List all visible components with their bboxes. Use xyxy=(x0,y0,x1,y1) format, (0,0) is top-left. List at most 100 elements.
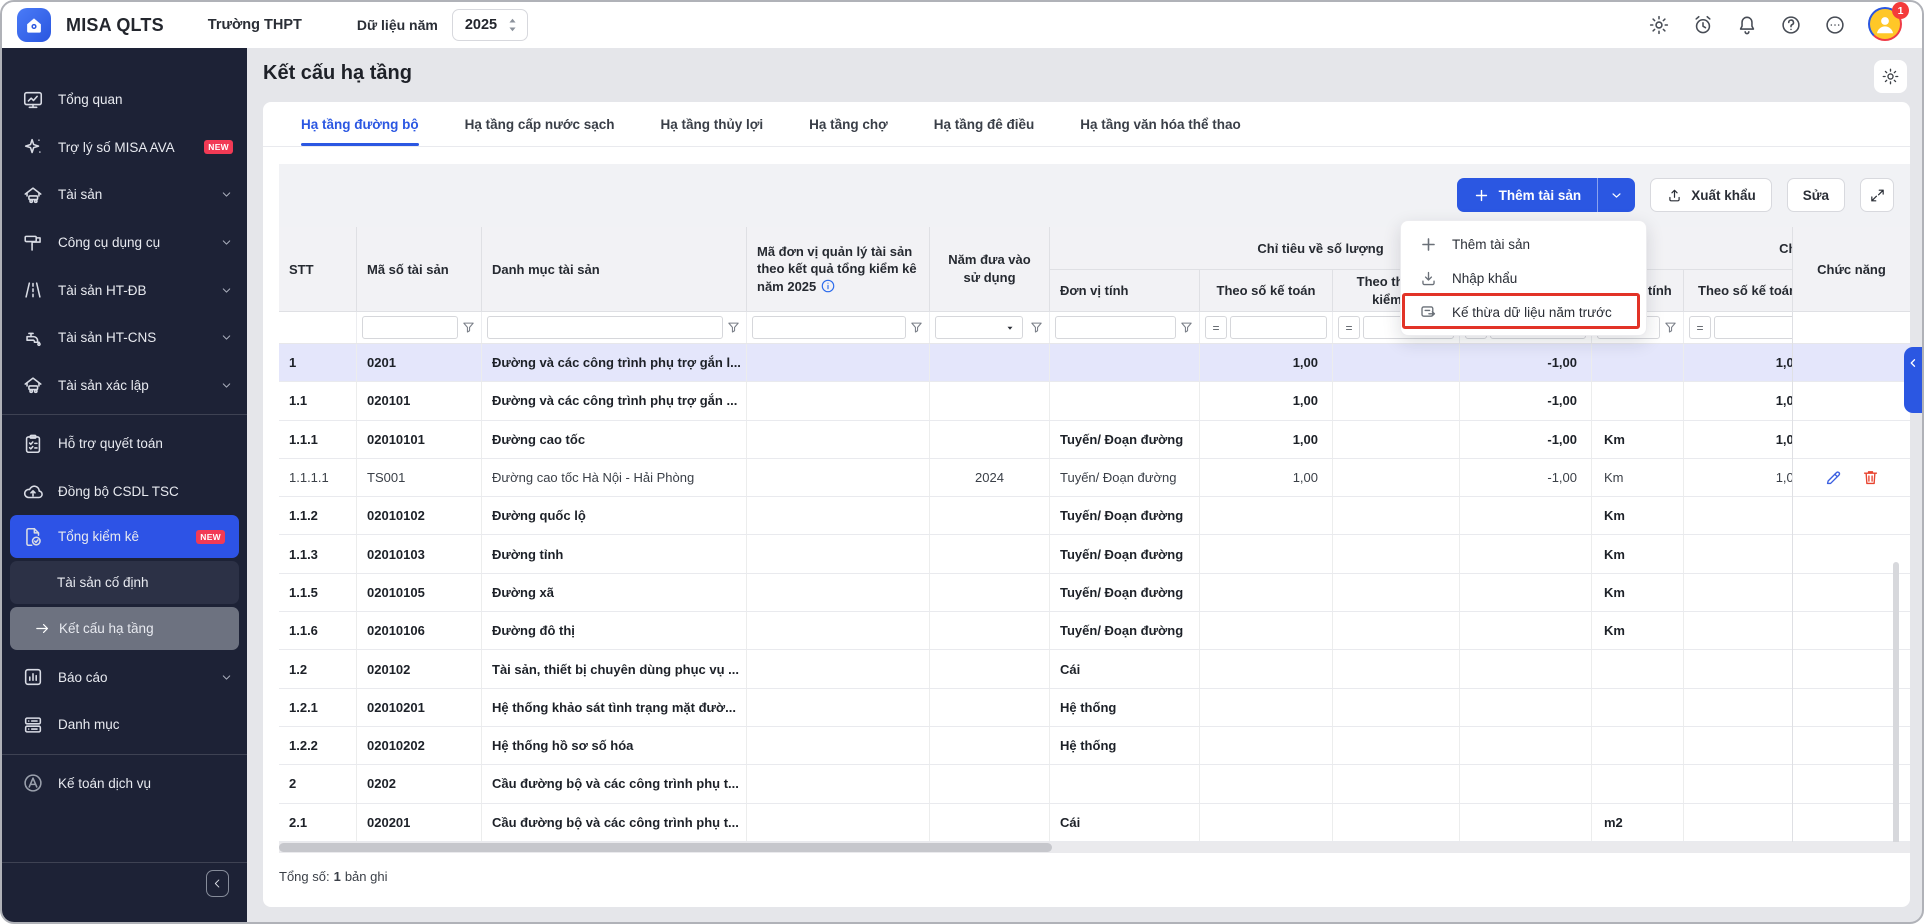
table-row[interactable]: 1.2 020102 Tài sản, thiết bị chuyên dùng… xyxy=(279,650,1910,688)
col-header-unit[interactable]: Đơn vị tính xyxy=(1050,270,1200,312)
tab[interactable]: Hạ tầng đường bộ xyxy=(301,102,419,146)
col-header-year-used[interactable]: Năm đưa vào sử dụng xyxy=(930,227,1050,312)
help-icon[interactable] xyxy=(1780,14,1802,36)
col-header-category[interactable]: Danh mục tài sản xyxy=(482,227,747,312)
filter-funnel-icon[interactable] xyxy=(1179,320,1194,335)
sparkle-icon xyxy=(22,136,44,158)
sidebar-item-tai-san-ht-db[interactable]: Tài sản HT-ĐB xyxy=(2,266,247,314)
settings-icon[interactable] xyxy=(1648,14,1670,36)
sidebar-item-ke-toan-dich-vu[interactable]: Kế toán dịch vụ xyxy=(2,760,247,808)
sidebar-item-tai-san-ht-cns[interactable]: Tài sản HT-CNS xyxy=(2,314,247,362)
filter-funnel-icon[interactable] xyxy=(1029,320,1044,335)
edit-row-icon[interactable] xyxy=(1824,468,1843,487)
user-avatar[interactable]: 1 xyxy=(1868,7,1904,43)
caret-down-icon[interactable] xyxy=(1004,322,1016,334)
filter-year-used xyxy=(930,312,1050,343)
sidebar-item-tong-kiem-ke[interactable]: Tổng kiểm kê NEW xyxy=(10,515,239,558)
add-asset-dropdown-button[interactable] xyxy=(1597,178,1635,212)
horizontal-scrollbar-thumb[interactable] xyxy=(279,843,1052,852)
sidebar-item-dong-bo-csdl-tsc[interactable]: Đồng bộ CSDL TSC xyxy=(2,468,247,516)
asset-table: STT Mã số tài sản Danh mục tài sản Mã đơ… xyxy=(279,227,1910,842)
table-row[interactable]: 1 0201 Đường và các công trình phụ trợ g… xyxy=(279,344,1910,382)
inherit-data-icon xyxy=(1419,303,1438,322)
filter-code-input[interactable] xyxy=(362,316,458,339)
sidebar-item-cong-cu-dung-cu[interactable]: Công cụ dụng cụ xyxy=(2,219,247,267)
tab[interactable]: Hạ tầng đê điều xyxy=(934,102,1035,146)
toolbar: Thêm tài sản Xuất khẩu Sửa xyxy=(1457,178,1894,212)
organization-name[interactable]: Trường THPT xyxy=(208,17,302,33)
filter-funnel-icon[interactable] xyxy=(461,320,476,335)
filter-operator[interactable]: = xyxy=(1205,316,1227,339)
menu-item-nhap-khau[interactable]: Nhập khẩu xyxy=(1401,261,1646,295)
horizontal-scrollbar[interactable] xyxy=(279,842,1910,853)
table-row[interactable]: 1.1.5 02010105 Đường xã Tuyến/ Đoạn đườn… xyxy=(279,574,1910,612)
actions-cell xyxy=(1793,497,1910,535)
table-row[interactable]: 1.1.1.1 TS001 Đường cao tốc Hà Nội - Hải… xyxy=(279,459,1910,497)
reminder-clock-icon[interactable] xyxy=(1692,14,1714,36)
table-row[interactable]: 2.1 020201 Cầu đường bộ và các công trìn… xyxy=(279,804,1910,842)
tab[interactable]: Hạ tầng thủy lợi xyxy=(661,102,764,146)
sidebar-item-tong-quan[interactable]: Tổng quan xyxy=(2,76,247,124)
sidebar-subitem-ket-cau-ha-tang[interactable]: Kết cấu hạ tầng xyxy=(10,607,239,650)
table-row[interactable]: 1.1.3 02010103 Đường tỉnh Tuyến/ Đoạn đư… xyxy=(279,535,1910,573)
filter-funnel-icon[interactable] xyxy=(909,320,924,335)
sidebar-item-ho-tro-quyet-toan[interactable]: Hỗ trợ quyết toán xyxy=(2,420,247,468)
tab[interactable]: Hạ tầng cấp nước sạch xyxy=(465,102,615,146)
year-spinner[interactable]: 2025 xyxy=(452,9,528,41)
tab[interactable]: Hạ tầng văn hóa thể thao xyxy=(1080,102,1241,146)
filter-funnel-icon[interactable] xyxy=(1663,320,1678,335)
side-panel-toggle[interactable] xyxy=(1904,347,1922,413)
table-row[interactable]: 1.1.2 02010102 Đường quốc lộ Tuyến/ Đoạn… xyxy=(279,497,1910,535)
asset-house-icon xyxy=(22,184,44,206)
topbar-icons: 1 xyxy=(1648,7,1922,43)
col-header-unit-code[interactable]: Mã đơn vị quản lý tài sản theo kết quả t… xyxy=(747,227,930,312)
sidebar-item-tai-san-xac-lap[interactable]: Tài sản xác lập xyxy=(2,362,247,410)
filter-unit-code-input[interactable] xyxy=(752,316,906,339)
sidebar-item-tai-san[interactable]: Tài sản xyxy=(2,171,247,219)
col-header-stt[interactable]: STT xyxy=(279,227,357,312)
table-row[interactable]: 1.1.1 02010101 Đường cao tốc Tuyến/ Đoạn… xyxy=(279,421,1910,459)
upload-icon xyxy=(1666,187,1683,204)
table-footer: Tổng số: 1 bản ghi xyxy=(279,853,387,900)
actions-cell xyxy=(1793,421,1910,459)
table-row[interactable]: 1.2.2 02010202 Hệ thống hồ sơ số hóa Hệ … xyxy=(279,727,1910,765)
table-row[interactable]: 2 0202 Cầu đường bộ và các công trình ph… xyxy=(279,765,1910,803)
table-row[interactable]: 1.1 020101 Đường và các công trình phụ t… xyxy=(279,382,1910,420)
spinner-arrows-icon[interactable] xyxy=(506,16,519,34)
info-icon[interactable] xyxy=(820,278,836,294)
filter-code xyxy=(357,312,482,343)
filter-funnel-icon[interactable] xyxy=(726,320,741,335)
add-asset-dropdown-menu: Thêm tài sản Nhập khẩu Kế thừa dữ liệu n… xyxy=(1400,220,1647,336)
delete-row-icon[interactable] xyxy=(1861,468,1880,487)
tab[interactable]: Hạ tầng chợ xyxy=(809,102,888,146)
edit-button[interactable]: Sửa xyxy=(1787,178,1845,212)
vertical-scrollbar[interactable] xyxy=(1893,562,1899,842)
more-options-icon[interactable] xyxy=(1824,14,1846,36)
sidebar-item-danh-muc[interactable]: Danh mục xyxy=(2,701,247,749)
paint-roller-icon xyxy=(22,232,44,254)
fullscreen-button[interactable] xyxy=(1860,178,1894,212)
add-asset-button[interactable]: Thêm tài sản xyxy=(1457,178,1598,212)
col-header-by-accounting[interactable]: Theo số kế toán xyxy=(1200,270,1333,312)
filter-operator[interactable]: = xyxy=(1338,316,1360,339)
tab-bar: Hạ tầng đường bộ Hạ tầng cấp nước sạch H… xyxy=(263,102,1910,147)
table-row[interactable]: 1.2.1 02010201 Hệ thống khảo sát tình tr… xyxy=(279,689,1910,727)
sidebar-item-misa-ava[interactable]: Trợ lý số MISA AVA NEW xyxy=(2,124,247,172)
filter-unit xyxy=(1050,312,1200,343)
menu-item-them-tai-san[interactable]: Thêm tài sản xyxy=(1401,227,1646,261)
table-row[interactable]: 1.1.6 02010106 Đường đô thị Tuyến/ Đoạn … xyxy=(279,612,1910,650)
misa-logo-icon[interactable] xyxy=(17,8,51,42)
filter-category-input[interactable] xyxy=(487,316,723,339)
sidebar-collapse-button[interactable] xyxy=(206,870,229,897)
filter-by-accounting-input[interactable] xyxy=(1230,316,1327,339)
notifications-bell-icon[interactable] xyxy=(1736,14,1758,36)
page-settings-button[interactable] xyxy=(1874,60,1907,93)
menu-item-ke-thua-du-lieu[interactable]: Kế thừa dữ liệu năm trước xyxy=(1401,295,1646,329)
filter-operator[interactable]: = xyxy=(1689,316,1711,339)
download-icon xyxy=(1419,269,1438,288)
export-button[interactable]: Xuất khẩu xyxy=(1650,178,1772,212)
filter-unit-input[interactable] xyxy=(1055,316,1176,339)
sidebar-subitem-tai-san-co-dinh[interactable]: Tài sản cố định xyxy=(10,561,239,604)
col-header-code[interactable]: Mã số tài sản xyxy=(357,227,482,312)
sidebar-item-bao-cao[interactable]: Báo cáo xyxy=(2,653,247,701)
